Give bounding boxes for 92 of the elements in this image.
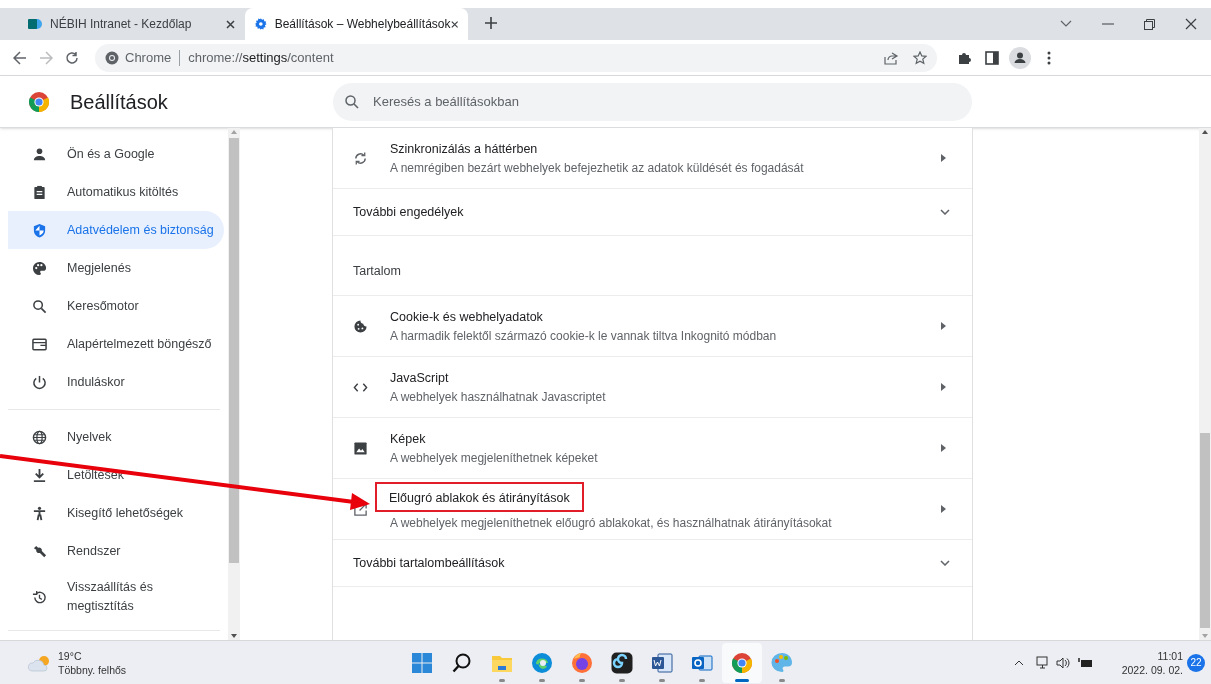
network-icon[interactable] [1035, 656, 1050, 669]
sidebar-item[interactable]: Letöltések [0, 456, 224, 494]
setting-title: Cookie-k és webhelyadatok [390, 308, 543, 325]
sidebar-item[interactable]: Rendszer [0, 532, 224, 570]
sidebar-item[interactable]: Megjelenés [0, 249, 224, 287]
chevron-down-icon[interactable] [940, 560, 950, 566]
setting-description: A harmadik felektől származó cookie-k le vannak tiltva Inkognitó módban [390, 327, 777, 344]
sidebar-item[interactable]: Induláskor [0, 363, 224, 401]
section-toggle-label[interactable]: További engedélyek [353, 202, 940, 222]
clock-time[interactable]: 11:01 [1157, 648, 1183, 663]
url-text: chrome://settings/content [188, 48, 334, 67]
address-bar[interactable]: Chrome chrome://settings/content [95, 43, 937, 72]
arrow-right-icon[interactable] [941, 444, 946, 452]
search-icon [32, 298, 47, 314]
close-tab-icon[interactable] [226, 19, 235, 29]
download-icon [32, 467, 47, 483]
star-icon[interactable] [913, 50, 927, 65]
clock-date[interactable]: 2022. 09. 02. [1121, 662, 1183, 677]
person-icon [32, 146, 47, 162]
share-icon[interactable] [884, 50, 899, 65]
scrollbar[interactable] [228, 128, 240, 640]
arrow-right-icon[interactable] [941, 154, 946, 162]
weather-condition: Többny. felhős [58, 662, 127, 677]
arrow-right-icon[interactable] [941, 505, 946, 513]
sync-icon [353, 150, 368, 166]
chrome-logo-icon [105, 50, 119, 65]
chevron-down-icon[interactable] [1060, 20, 1072, 28]
section-heading: Tartalom [353, 263, 401, 281]
setting-description: A webhelyek megjeleníthetnek előugró ablakokat, és használhatnak átirányításokat [390, 514, 832, 531]
setting-title: Előugró ablakok és átirányítások [389, 490, 570, 505]
page-title: Beállítások [70, 89, 169, 115]
document-w-icon [650, 650, 674, 675]
paint-palette-icon [770, 650, 794, 675]
setting-description: A nemrégiben bezárt webhelyek befejezhetik az adatok küldését és fogadását [390, 159, 804, 176]
close-icon[interactable] [1185, 18, 1197, 30]
section-toggle-label[interactable]: További tartalombeállítások [353, 553, 940, 573]
sidebar-item[interactable]: Ön és a Google [0, 135, 224, 173]
browser-tab[interactable]: Beállítások – Webhelybeállítások [245, 8, 468, 40]
sidebar-item[interactable]: Automatikus kitöltés [0, 173, 224, 211]
weather-temperature: 19°C [58, 648, 83, 663]
chrome-logo-icon [730, 650, 754, 675]
search-field[interactable]: Keresés a beállításokban [333, 82, 972, 121]
setting-description: A webhelyek megjeleníthetnek képeket [390, 449, 598, 466]
scroll-down-icon[interactable] [231, 634, 237, 638]
volume-icon[interactable] [1055, 656, 1070, 669]
close-tab-icon[interactable] [450, 19, 458, 29]
image-icon [353, 440, 368, 456]
chrome-logo-icon [28, 90, 50, 113]
arrow-right-icon[interactable] [941, 322, 946, 330]
chevron-down-icon[interactable] [940, 209, 950, 215]
arrow-right-icon[interactable] [941, 383, 946, 391]
setting-title: Képek [390, 430, 426, 447]
sidebar-item[interactable]: Keresőmotor [0, 287, 224, 325]
sidebar-item[interactable]: Adatvédelem és biztonság [8, 211, 224, 249]
cookie-icon [353, 318, 368, 334]
sidebar-item[interactable]: Visszaállítás és megtisztítás [0, 572, 224, 622]
globe-icon [32, 429, 47, 445]
notification-badge[interactable]: 22 [1187, 653, 1205, 672]
battery-icon[interactable] [1077, 657, 1094, 668]
wrench-icon [32, 543, 47, 559]
browser-window-icon [32, 336, 47, 352]
tab-title: NÉBIH Intranet - Kezdőlap [50, 15, 193, 33]
profile-avatar-icon[interactable] [1009, 46, 1031, 69]
power-icon [32, 374, 47, 390]
palette-icon [32, 260, 47, 276]
search-icon [345, 94, 359, 109]
tab-title: Beállítások – Webhelybeállítások [274, 16, 451, 33]
scroll-up-icon[interactable] [1202, 130, 1208, 134]
sidebar-item[interactable]: Kisegítő lehetőségek [0, 494, 224, 532]
reload-icon[interactable] [65, 50, 79, 65]
back-icon[interactable] [13, 50, 27, 65]
scrollbar[interactable] [1199, 128, 1211, 640]
history-icon [32, 589, 47, 605]
restore-icon[interactable] [1144, 18, 1155, 30]
accessibility-icon [32, 505, 47, 521]
extensions-icon[interactable] [957, 50, 971, 65]
setting-title: JavaScript [390, 369, 449, 386]
chevron-up-icon[interactable] [1013, 659, 1024, 666]
sidebar-item[interactable]: Alapértelmezett böngésző [0, 325, 224, 363]
setting-description: A webhelyek használhatnak Javascriptet [390, 388, 606, 405]
setting-title: Szinkronizálás a háttérben [390, 140, 538, 157]
site-label: Chrome [125, 48, 172, 67]
gear-icon [255, 17, 267, 31]
plus-icon [484, 16, 498, 30]
shield-icon [32, 222, 47, 238]
start-icon [410, 650, 434, 675]
sidebar-item[interactable]: Nyelvek [0, 418, 224, 456]
cloud-sun-icon [28, 653, 52, 672]
menu-icon[interactable] [1047, 50, 1051, 65]
side-panel-icon[interactable] [985, 50, 999, 65]
clipboard-icon [32, 184, 47, 200]
browser-tab[interactable]: NÉBIH Intranet - Kezdőlap [18, 8, 245, 40]
